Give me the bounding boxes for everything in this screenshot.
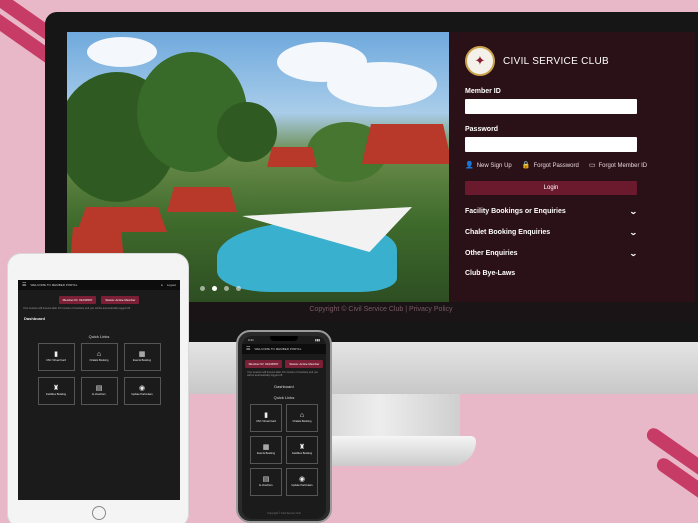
voucher-icon: ▤ xyxy=(262,476,270,484)
member-id-label: Member ID xyxy=(465,88,501,95)
club-title: CIVIL SERVICE CLUB xyxy=(503,55,609,67)
accordion-other-enquiries[interactable]: Other Enquiries ⌄ xyxy=(465,249,639,258)
card-icon: ▭ xyxy=(588,162,596,169)
home-icon: ⌂ xyxy=(299,412,305,420)
auth-links: 👤 New Sign Up 🔒 Forgot Password ▭ Forgot Me… xyxy=(465,161,679,169)
member-id-input[interactable] xyxy=(465,99,637,114)
top-bar: ☰ WELCOME TO MEMBER PORTAL ● Logout xyxy=(18,280,180,290)
quick-link-virtual-card[interactable]: ▮ CSC Virtual Card xyxy=(250,404,282,433)
menu-icon[interactable]: ☰ xyxy=(246,346,250,352)
profile-icon: ◉ xyxy=(138,385,146,393)
quick-links-title: Quick Links xyxy=(273,395,295,401)
phone-notch xyxy=(270,336,298,341)
club-logo: ✦ xyxy=(465,46,495,76)
lock-icon: 🔒 xyxy=(521,162,531,169)
phone-footer: Copyright © Civil Service Club xyxy=(267,512,301,515)
quick-link-evouchers[interactable]: ▤ E-Vouchers xyxy=(80,377,118,406)
quick-link-evouchers[interactable]: ▤ E-Vouchers xyxy=(250,468,282,497)
quick-links-grid: ▮ CSC Virtual Card ⌂ Chalets Booking ▦ Even… xyxy=(18,343,180,406)
brand-row: ✦ CIVIL SERVICE CLUB xyxy=(465,46,679,76)
new-sign-up-link[interactable]: 👤 New Sign Up xyxy=(465,161,512,169)
user-icon[interactable]: ● xyxy=(161,283,163,287)
building-icon: ♜ xyxy=(52,385,60,393)
carousel-dots[interactable] xyxy=(200,286,241,291)
building-icon: ♜ xyxy=(298,444,306,452)
chevron-down-icon: ⌄ xyxy=(629,228,639,237)
password-label: Password xyxy=(465,126,499,133)
logout-link[interactable]: Logout xyxy=(167,283,176,287)
forgot-member-id-link[interactable]: ▭ Forgot Member ID xyxy=(589,161,647,169)
quick-links-grid: ▮ CSC Virtual Card ⌂ Chalets Booking ▦ Even… xyxy=(242,404,326,497)
session-notice: Your session will timeout after 15 minut… xyxy=(247,371,319,378)
quick-link-update-particulars[interactable]: ◉ Update Particulars xyxy=(286,468,318,497)
accordion-chalet-booking[interactable]: Chalet Booking Enquiries ⌄ xyxy=(465,228,639,237)
chevron-down-icon: ⌄ xyxy=(629,207,639,216)
phone-screen: 9:41 ▮▮▮ ☰ WELCOME TO MEMBER PORTAL Memb… xyxy=(242,336,326,519)
tablet-device: ☰ WELCOME TO MEMBER PORTAL ● Logout Memb… xyxy=(7,253,189,523)
status-badge: Status: Active Member xyxy=(285,360,324,368)
top-bar: ☰ WELCOME TO MEMBER PORTAL xyxy=(242,344,326,354)
session-notice: Your session will timeout after 15 minut… xyxy=(23,307,131,310)
profile-icon: ◉ xyxy=(298,476,306,484)
club-bye-laws-link[interactable]: Club Bye-Laws xyxy=(465,270,637,277)
card-icon: ▮ xyxy=(264,412,268,420)
signal-icon: ▮▮▮ xyxy=(315,338,320,342)
chevron-down-icon: ⌄ xyxy=(629,249,639,258)
clock: 9:41 xyxy=(248,338,254,342)
quick-link-facilities[interactable]: ♜ Facilities Booking xyxy=(37,377,75,406)
welcome-text: WELCOME TO MEMBER PORTAL xyxy=(254,347,302,351)
voucher-icon: ▤ xyxy=(95,385,103,393)
forgot-password-link[interactable]: 🔒 Forgot Password xyxy=(522,161,579,169)
calendar-icon: ▦ xyxy=(138,351,146,359)
member-id-badge: Member ID: 01234567 xyxy=(58,296,97,304)
member-pills: Member ID: 01234567 Status: Active Membe… xyxy=(18,296,180,304)
login-button[interactable]: Login xyxy=(465,181,637,195)
quick-link-facilities[interactable]: ♜ Facilities Booking xyxy=(286,436,318,465)
status-badge: Status: Active Member xyxy=(101,296,140,304)
quick-link-chalets[interactable]: ⌂ Chalets Booking xyxy=(80,343,118,372)
phone-device: 9:41 ▮▮▮ ☰ WELCOME TO MEMBER PORTAL Memb… xyxy=(236,330,332,523)
member-id-badge: Member ID: 01234567 xyxy=(244,360,283,368)
menu-icon[interactable]: ☰ xyxy=(22,282,26,288)
quick-link-events[interactable]: ▦ Events Booking xyxy=(250,436,282,465)
quick-links-title: Quick Links xyxy=(88,334,110,340)
quick-link-events[interactable]: ▦ Events Booking xyxy=(123,343,161,372)
calendar-icon: ▦ xyxy=(262,444,270,452)
dashboard-title: Dashboard xyxy=(274,384,294,390)
home-icon: ⌂ xyxy=(96,351,102,359)
member-pills: Member ID: 01234567 Status: Active Membe… xyxy=(242,360,326,368)
password-input[interactable] xyxy=(465,137,637,152)
carousel-dot[interactable] xyxy=(200,286,205,291)
quick-link-virtual-card[interactable]: ▮ CSC Virtual Card xyxy=(37,343,75,372)
tablet-screen: ☰ WELCOME TO MEMBER PORTAL ● Logout Memb… xyxy=(18,280,180,500)
card-icon: ▮ xyxy=(54,351,58,359)
dashboard-tab[interactable]: Dashboard xyxy=(18,313,180,324)
user-icon: 👤 xyxy=(465,162,474,169)
quick-link-chalets[interactable]: ⌂ Chalets Booking xyxy=(286,404,318,433)
home-button[interactable] xyxy=(92,506,106,520)
carousel-dot[interactable] xyxy=(224,286,229,291)
carousel-dot[interactable] xyxy=(236,286,241,291)
quick-link-update-particulars[interactable]: ◉ Update Particulars xyxy=(123,377,161,406)
accordion-facility-bookings[interactable]: Facility Bookings or Enquiries ⌄ xyxy=(465,207,639,216)
carousel-dot-active[interactable] xyxy=(212,286,217,291)
login-panel: ✦ CIVIL SERVICE CLUB Member ID Password … xyxy=(449,32,695,302)
welcome-text: WELCOME TO MEMBER PORTAL xyxy=(30,283,78,287)
